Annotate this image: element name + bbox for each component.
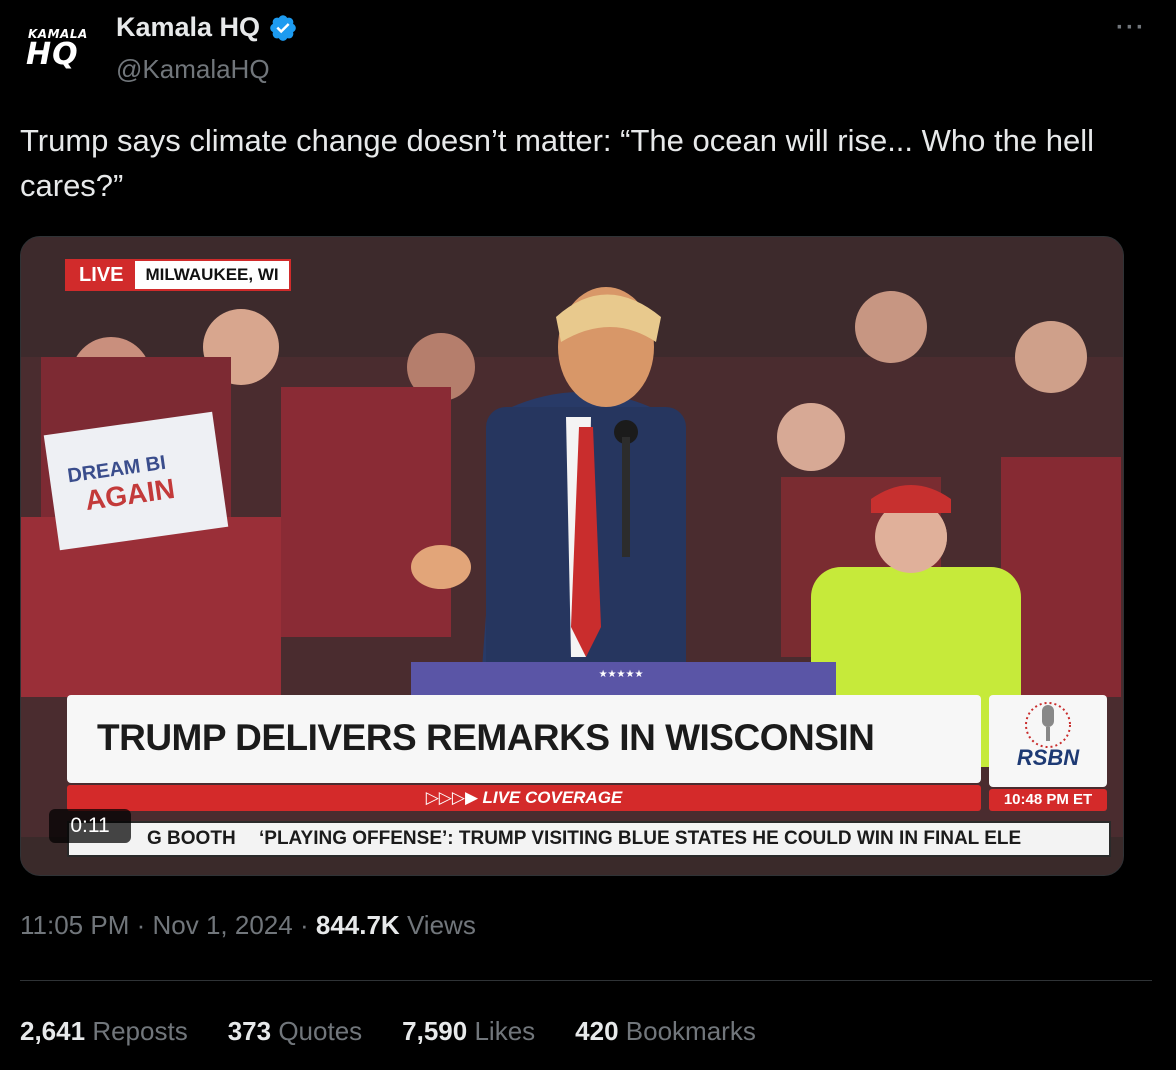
reposts-count: 2,641 <box>20 1016 86 1046</box>
news-ticker: G BOOTH ‘PLAYING OFFENSE’: TRUMP VISITIN… <box>67 821 1111 857</box>
live-tag: LIVE MILWAUKEE, WI <box>65 259 291 291</box>
views-label: Views <box>406 910 476 940</box>
likes-count: 7,590 <box>402 1016 468 1046</box>
meta-separator: · <box>299 910 309 940</box>
divider <box>20 980 1152 981</box>
live-coverage-bar: ▷▷▷▶ LIVE COVERAGE <box>67 785 981 811</box>
video-duration: 0:11 <box>49 809 131 843</box>
ticker-text-left: G BOOTH <box>147 828 236 849</box>
quotes-count: 373 <box>227 1016 272 1046</box>
author-handle[interactable]: @KamalaHQ <box>116 54 270 85</box>
avatar[interactable]: KAMALA HQ <box>22 18 98 78</box>
quotes-label: Quotes <box>278 1016 363 1046</box>
engagement-stats: 2,641 Reposts 373 Quotes 7,590 Likes 420… <box>20 1016 756 1047</box>
tweet-time[interactable]: 11:05 PM <box>20 910 129 940</box>
tweet-date[interactable]: Nov 1, 2024 <box>153 910 293 940</box>
avatar-big-text: HQ <box>26 37 79 72</box>
location-label: MILWAUKEE, WI <box>145 265 279 284</box>
coverage-label: LIVE COVERAGE <box>482 788 623 807</box>
reposts-label: Reposts <box>92 1016 188 1046</box>
tweet-meta: 11:05 PM · Nov 1, 2024 · 844.7K Views <box>20 910 476 941</box>
banner-headline: TRUMP DELIVERS REMARKS IN WISCONSIN <box>97 717 875 758</box>
svg-text:★★★★★: ★★★★★ <box>599 669 644 680</box>
reposts-stat[interactable]: 2,641 Reposts <box>20 1016 188 1047</box>
quotes-stat[interactable]: 373 Quotes <box>228 1016 362 1047</box>
author-name[interactable]: Kamala HQ <box>116 12 298 43</box>
likes-stat[interactable]: 7,590 Likes <box>402 1016 535 1047</box>
bookmarks-stat[interactable]: 420 Bookmarks <box>575 1016 756 1047</box>
bookmarks-label: Bookmarks <box>625 1016 756 1046</box>
live-label: LIVE <box>67 261 136 289</box>
views-count: 844.7K <box>315 910 400 940</box>
more-options-icon[interactable]: ··· <box>1116 14 1146 42</box>
author-name-text: Kamala HQ <box>116 12 261 42</box>
video-player[interactable]: DREAM BI AGAIN ★★★★★ LIVE MILWAUKEE, WI <box>20 236 1124 876</box>
microphone-icon <box>1025 702 1071 748</box>
lower-third-banner: TRUMP DELIVERS REMARKS IN WISCONSIN <box>67 695 981 783</box>
network-logo: RSBN <box>989 695 1107 787</box>
broadcast-time: 10:48 PM ET <box>989 789 1107 811</box>
bookmarks-count: 420 <box>575 1016 619 1046</box>
tweet: KAMALA HQ Kamala HQ @KamalaHQ ··· Trump … <box>0 0 1176 1070</box>
tweet-text: Trump says climate change doesn’t matter… <box>20 123 1094 203</box>
ticker-text-right: ‘PLAYING OFFENSE’: TRUMP VISITING BLUE S… <box>259 828 1022 849</box>
verified-badge-icon <box>270 14 296 41</box>
likes-label: Likes <box>474 1016 536 1046</box>
coverage-arrows-icon: ▷▷▷▶ <box>425 788 479 807</box>
meta-separator: · <box>136 910 146 940</box>
network-name: RSBN <box>1016 745 1080 770</box>
